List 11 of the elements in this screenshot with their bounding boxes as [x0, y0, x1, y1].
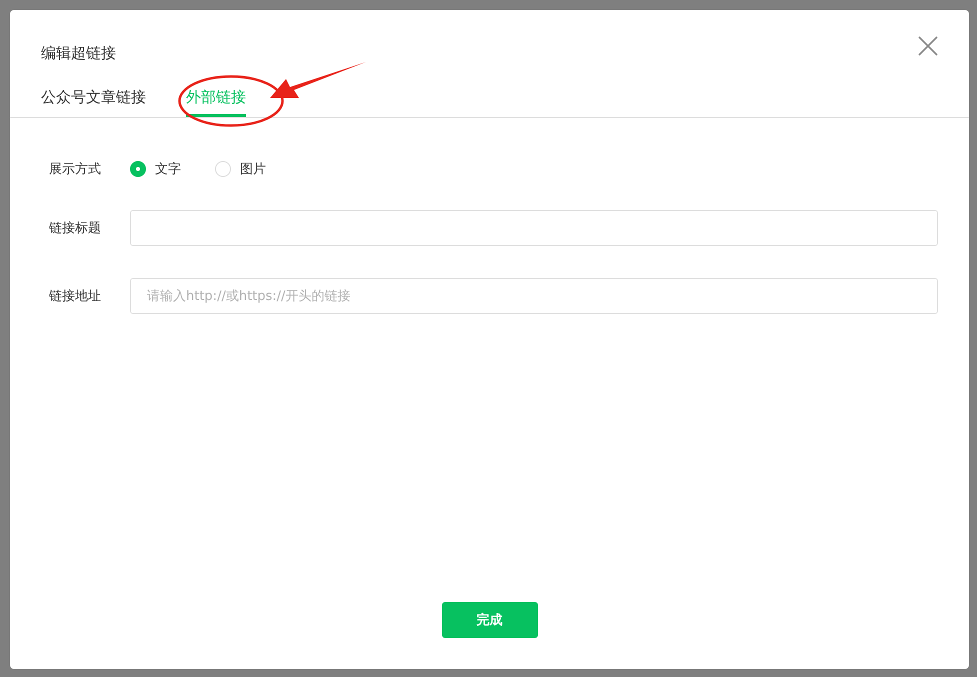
input-field[interactable]: [130, 210, 938, 246]
radio-label[interactable]: 图片: [240, 160, 266, 178]
field-label: 展示方式: [49, 161, 102, 178]
field-label: 链接地址: [49, 288, 102, 305]
radio-button[interactable]: [130, 161, 146, 177]
radio-label[interactable]: 文字: [155, 160, 181, 178]
field-label: 链接标题: [49, 220, 102, 237]
close-icon[interactable]: [918, 36, 938, 56]
dialog-title: 编辑超链接: [41, 43, 116, 63]
tab[interactable]: 公众号文章链接: [41, 87, 146, 117]
input-field[interactable]: 请输入http://或https://开头的链接: [130, 278, 938, 314]
